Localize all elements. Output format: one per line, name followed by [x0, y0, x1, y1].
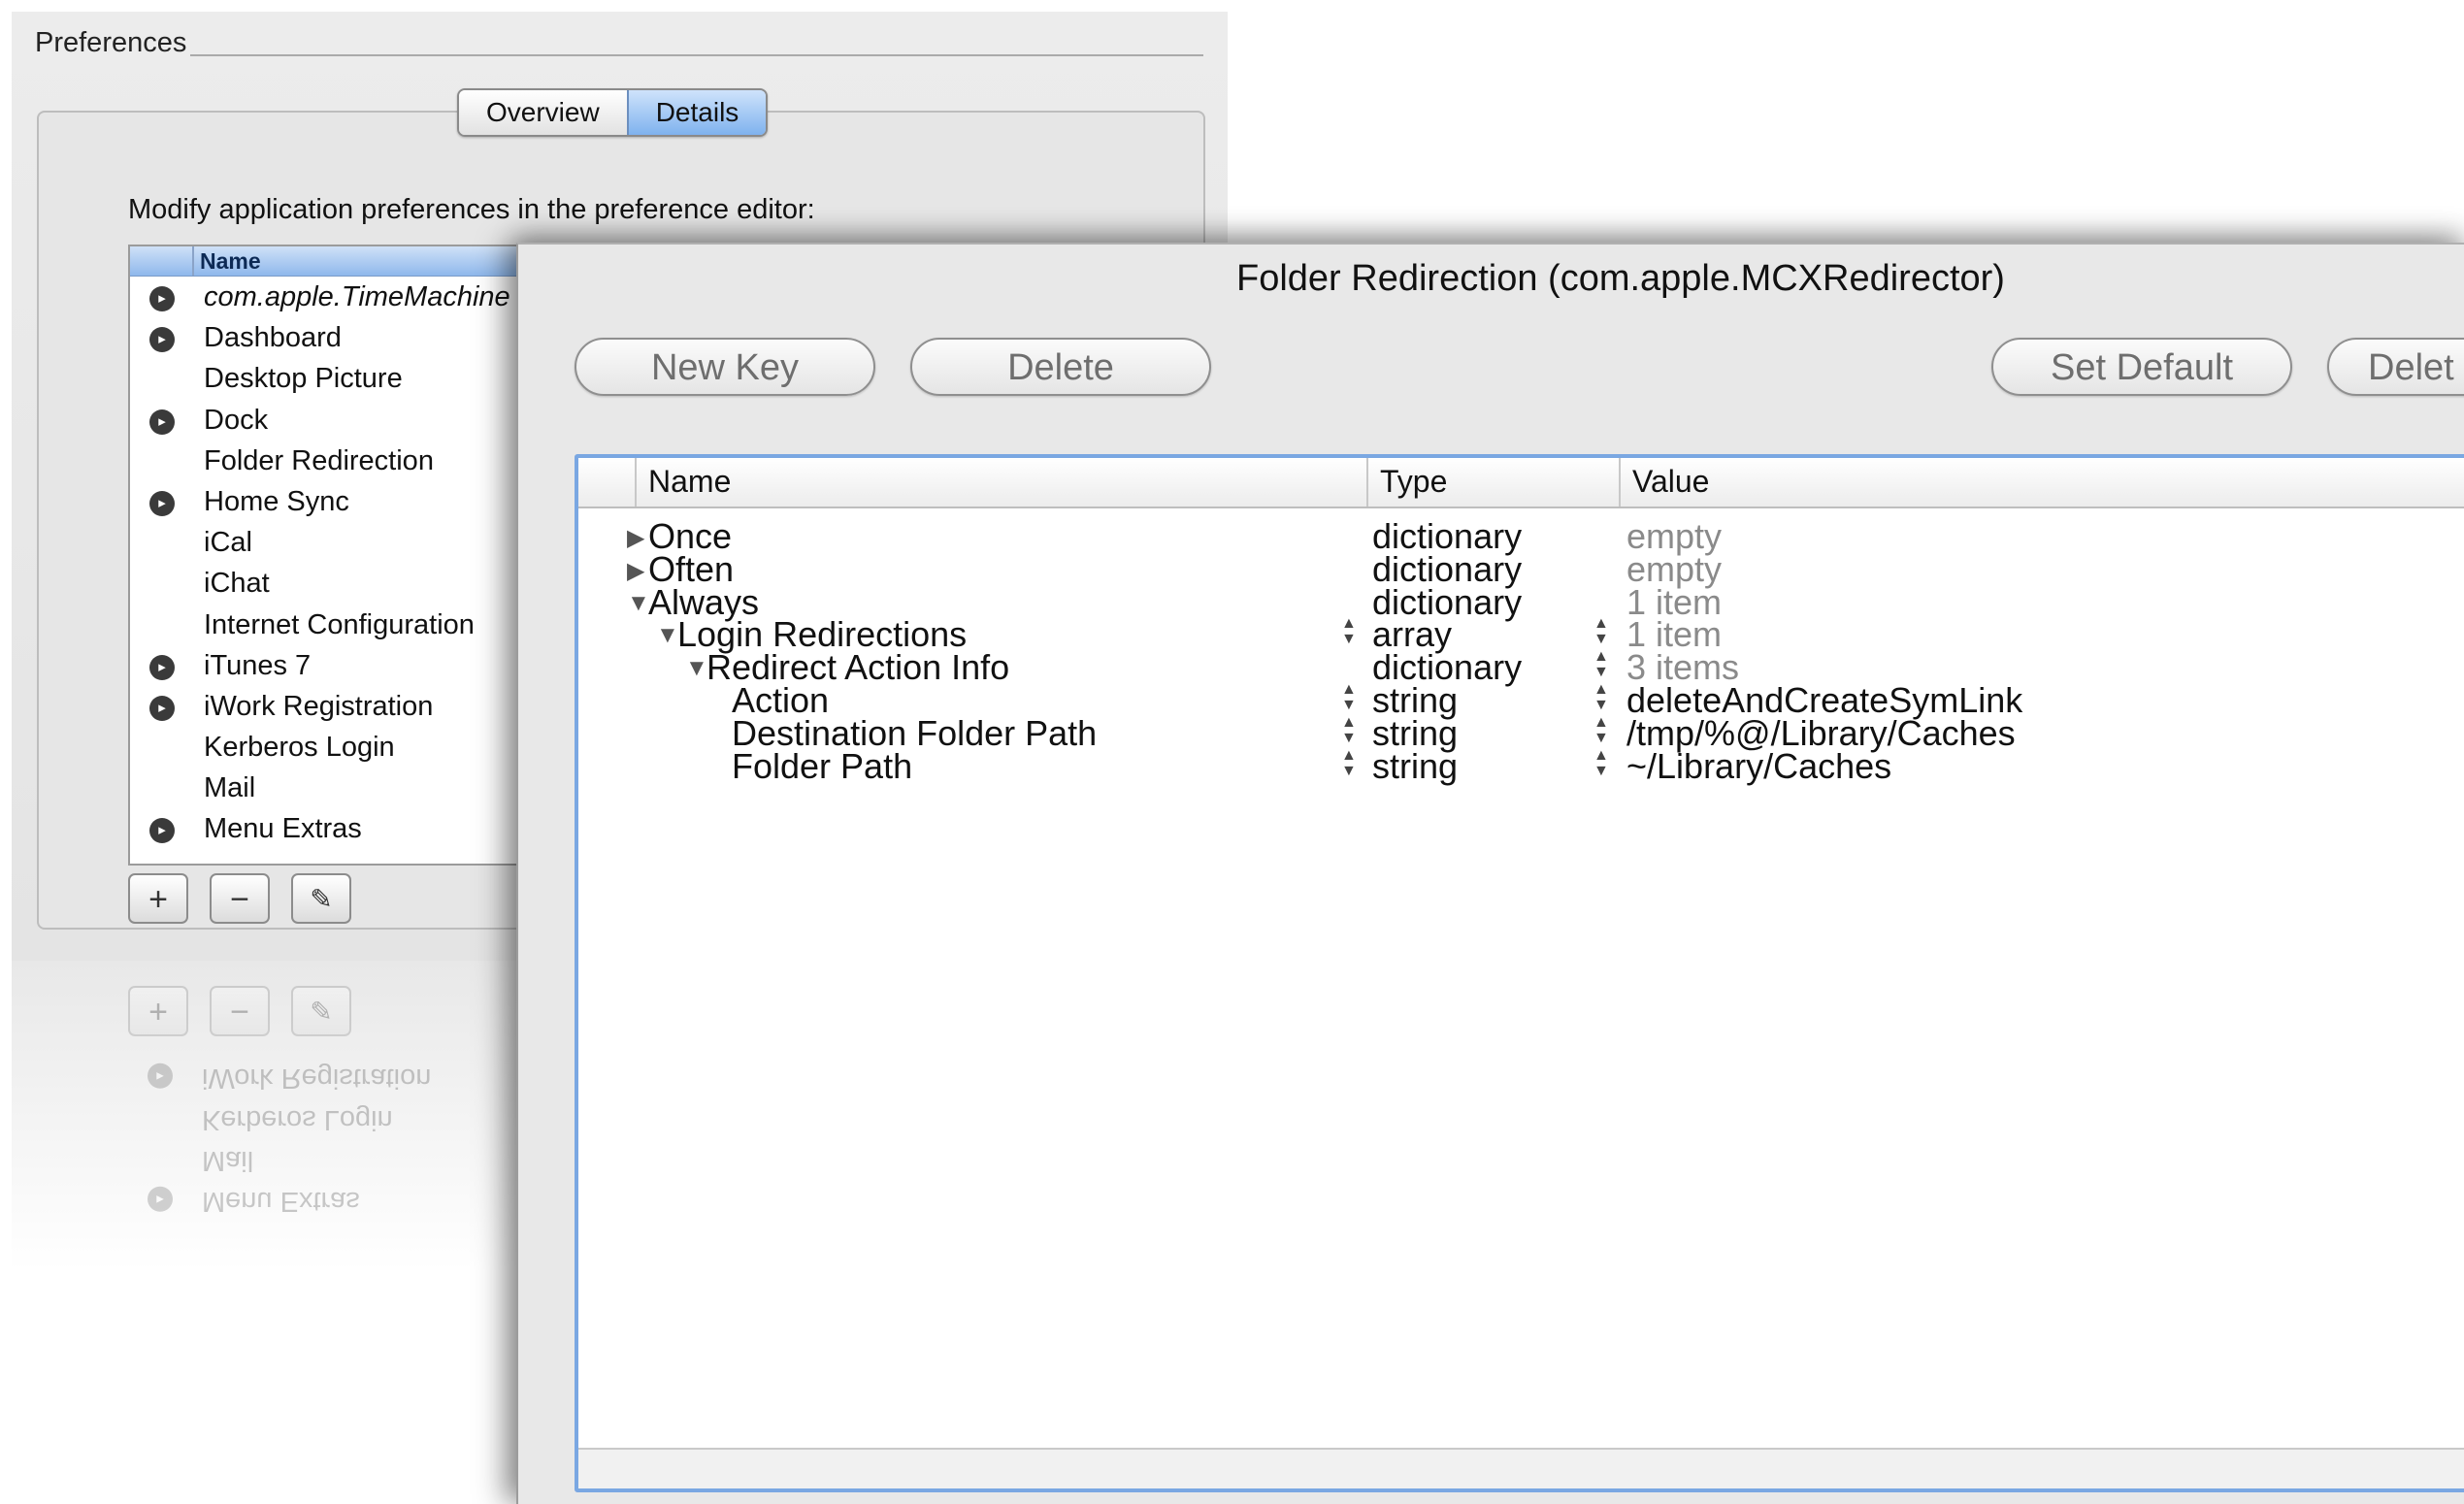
list-item[interactable]: ▸ Menu Extras: [130, 808, 538, 849]
list-item-label: Menu Extras: [204, 813, 362, 845]
managed-arrow-icon: ▸: [149, 409, 175, 435]
list-item[interactable]: ▸ iWork Registration: [130, 686, 538, 727]
list-item-label: iCal: [204, 527, 252, 559]
managed-arrow-icon: ▸: [149, 695, 175, 721]
tab-overview[interactable]: Overview: [459, 90, 627, 135]
list-item-label: Dock: [204, 404, 269, 436]
delete-default-button[interactable]: Delet: [2327, 338, 2464, 396]
view-segmented-control: Overview Details: [457, 88, 769, 137]
managed-arrow-icon: ▸: [149, 654, 175, 680]
list-item-label: Kerberos Login: [204, 732, 395, 764]
value-column-header[interactable]: Value: [1632, 464, 1709, 500]
table-header: Name Type Value: [578, 458, 2464, 508]
list-item[interactable]: iChat: [130, 563, 538, 604]
type-column-header[interactable]: Type: [1380, 464, 1447, 500]
list-item[interactable]: Desktop Picture: [130, 358, 538, 399]
list-item-label: Mail: [204, 772, 256, 804]
list-item[interactable]: Kerberos Login: [130, 727, 538, 768]
preferences-title: Preferences: [35, 27, 187, 58]
list-item[interactable]: ▸ Dock: [130, 400, 538, 441]
folder-redirection-editor: Folder Redirection (com.apple.MCXRedirec…: [516, 243, 2464, 1504]
list-item-label: Dashboard: [204, 322, 342, 354]
type-stepper-icon[interactable]: ▲ ▼: [1593, 747, 1609, 779]
managed-arrow-icon: ▸: [149, 286, 175, 311]
list-item[interactable]: ▸ Home Sync: [130, 481, 538, 522]
title-divider: [190, 54, 1203, 56]
app-rows: ▸ com.apple.TimeMachine ▸ Dashboard Desktop …: [130, 277, 538, 850]
list-reflection: ▸ Menu Extras Mail Kerberos Login ▸ iWork …: [128, 1058, 536, 1222]
list-item-label: iTunes 7: [204, 649, 312, 681]
add-button-reflection: +: [128, 986, 188, 1036]
key-type-cell[interactable]: string: [1372, 746, 1458, 787]
list-item[interactable]: iCal: [130, 522, 538, 563]
table-row[interactable]: Folder Path ▲ ▼ string ▲ ▼ ~/Library/Caches: [578, 738, 2464, 791]
pencil-icon: ✎: [310, 884, 333, 914]
column-divider: [635, 458, 637, 507]
column-divider: [1619, 458, 1621, 507]
managed-arrow-icon: ▸: [149, 818, 175, 844]
tab-details[interactable]: Details: [626, 90, 767, 135]
dialog-title: Folder Redirection (com.apple.MCXRedirec…: [1236, 258, 2005, 299]
list-item-label: com.apple.TimeMachine: [204, 281, 510, 312]
list-item-label: Folder Redirection: [204, 444, 434, 476]
delete-button[interactable]: Delete: [910, 338, 1211, 396]
list-item[interactable]: Folder Redirection: [130, 441, 538, 481]
new-key-button[interactable]: New Key: [575, 338, 875, 396]
list-item-label: Desktop Picture: [204, 363, 403, 395]
list-item-label: Home Sync: [204, 485, 349, 517]
remove-button-reflection: −: [210, 986, 270, 1036]
instruction-label: Modify application preferences in the pr…: [128, 194, 815, 225]
key-name-cell[interactable]: Folder Path: [732, 746, 912, 787]
table-footer: [578, 1448, 2464, 1488]
column-divider: [1366, 458, 1368, 507]
add-button[interactable]: +: [128, 873, 188, 924]
list-item-label: Internet Configuration: [204, 608, 475, 640]
remove-button[interactable]: −: [210, 873, 270, 924]
list-item-label: iWork Registration: [204, 690, 434, 722]
list-item[interactable]: ▸ iTunes 7: [130, 645, 538, 686]
managed-arrow-icon: ▸: [149, 327, 175, 353]
key-value-cell[interactable]: ~/Library/Caches: [1626, 746, 1891, 787]
edit-button[interactable]: ✎: [291, 873, 351, 924]
name-column-header[interactable]: Name: [200, 248, 261, 275]
list-item-label: iChat: [204, 568, 270, 600]
list-item[interactable]: Internet Configuration: [130, 605, 538, 645]
name-column-header[interactable]: Name: [648, 464, 731, 500]
list-item[interactable]: Mail: [130, 768, 538, 808]
list-item[interactable]: ▸ Dashboard: [130, 317, 538, 358]
name-stepper-icon[interactable]: ▲ ▼: [1341, 747, 1357, 779]
preference-key-table[interactable]: Name Type Value ▶ Once dictionary empty ▶ Oft…: [575, 454, 2464, 1492]
list-item[interactable]: ▸ com.apple.TimeMachine: [130, 277, 538, 317]
list-header[interactable]: Name: [130, 246, 538, 277]
managed-arrow-icon: ▸: [149, 490, 175, 516]
app-preferences-list[interactable]: Name ▸ com.apple.TimeMachine ▸ Dashboard Des…: [128, 245, 540, 866]
set-default-button[interactable]: Set Default: [1991, 338, 2292, 396]
header-divider: [192, 246, 194, 276]
edit-button-reflection: ✎: [291, 986, 351, 1036]
